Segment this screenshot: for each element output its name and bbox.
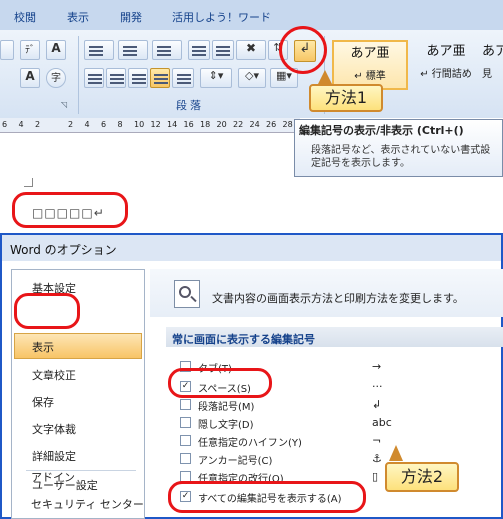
ruler-tick: 2 [68,120,74,129]
option-label[interactable]: 隠し文字(D) [198,416,254,431]
option-symbol-icon: → [372,360,382,373]
ruler-tick: 6 [2,120,8,129]
increase-indent-button[interactable] [212,40,234,60]
option-symbol-icon: ¬ [372,434,382,447]
callout-method2: 方法2 [385,462,459,492]
tab-developer[interactable]: 開発 [120,9,142,25]
sidebar-item-advanced[interactable]: 詳細設定 [32,448,76,464]
shading-button[interactable]: ◇▾ [238,68,266,88]
option-symbol-icon: ⚓ [372,452,382,465]
tab-review[interactable]: 校閲 [14,9,36,25]
option-symbol-icon: ▯ [372,470,379,483]
highlight-circle-button [279,26,327,74]
tooltip: 編集記号の表示/非表示 (Ctrl+() 段落記号など、表示されていない書式設定… [294,119,503,177]
option-checkbox[interactable] [180,453,191,464]
asian-layout-button[interactable]: ✖ [236,40,266,60]
align-center-button[interactable] [106,68,126,88]
align-right-button[interactable] [128,68,148,88]
page-magnifier-icon [174,280,200,308]
ruler-tick: 20 [216,120,227,129]
ribbon: 校閲 表示 開発 活用しよう！ワード ﾃﾞ A A 字 ✖ ⇅ ↲ ⇕▾ ◇▾ … [0,0,503,118]
group-separator [78,36,79,114]
option-symbol-icon: ↲ [372,398,382,411]
style-no-spacing[interactable]: あア亜 ↵ 行間詰め [408,40,484,90]
decrease-indent-button[interactable] [188,40,210,60]
option-checkbox[interactable] [180,399,191,410]
distributed-button[interactable] [172,68,194,88]
ruler-tick: 2 [35,120,41,129]
highlight-circle-show-all-option [168,481,366,513]
callout-method1: 方法1 [309,84,383,112]
style-heading[interactable]: あア見 [482,40,503,90]
sidebar-item-save[interactable]: 保存 [32,394,54,410]
justify-button[interactable] [150,68,170,88]
bullets-button[interactable] [84,40,114,60]
font-button-partial[interactable] [0,40,14,60]
ruler-tick: 8 [117,120,123,129]
numbering-button[interactable] [118,40,148,60]
option-symbol-icon: abc [372,416,392,429]
ruler-tick: 28 [282,120,293,129]
style-normal[interactable]: あア亜 ↵ 標準 [332,40,408,90]
sidebar-item-display[interactable]: 表示 [32,339,54,355]
tooltip-title: 編集記号の表示/非表示 (Ctrl+() [299,124,464,137]
align-left-button[interactable] [84,68,104,88]
sidebar-item-typography[interactable]: 文字体裁 [32,421,76,437]
tab-view[interactable]: 表示 [67,9,89,25]
callout-pointer [389,445,403,461]
enclosed-char-button[interactable]: 字 [46,68,66,88]
font-dialog-launcher-icon[interactable]: ◹ [61,100,67,109]
option-label[interactable]: アンカー記号(C) [198,452,272,467]
ruler-tick: 22 [233,120,244,129]
option-checkbox[interactable] [180,417,191,428]
dialog-title-bar[interactable]: Word のオプション [2,235,501,261]
char-shading-button[interactable]: A [20,68,40,88]
tooltip-body: 段落記号など、表示されていない書式設定記号を表示します。 [311,145,491,169]
callout-pointer [318,70,332,84]
line-spacing-button[interactable]: ⇕▾ [200,68,232,88]
dialog-title: Word のオプション [10,243,117,257]
paragraph-group-label: 段落 [176,99,204,112]
highlight-circle-space-option [168,368,272,398]
ruler-tick: 4 [84,120,90,129]
ruler-ticks: 6 4 2 2 4 6 8 10 12 14 16 18 20 22 24 26 28 [0,118,300,132]
ruler-tick: 10 [134,120,145,129]
section-title: 常に画面に表示する編集記号 [172,333,315,346]
phonetic-guide-button[interactable]: ﾃﾞ [20,40,40,60]
highlight-circle-doc-text [12,192,128,228]
option-label[interactable]: 任意指定のハイフン(Y) [198,434,302,449]
ruler-tick: 12 [150,120,161,129]
option-checkbox[interactable] [180,435,191,446]
ruler-tick: 18 [200,120,211,129]
sidebar-item-proofing[interactable]: 文章校正 [32,367,76,383]
ruler-tick: 16 [183,120,194,129]
multilevel-list-button[interactable] [152,40,182,60]
ruler-tick: 14 [167,120,178,129]
ruler-tick: 4 [18,120,24,129]
panel-description: 文書内容の画面表示方法と印刷方法を変更します。 [212,292,464,305]
sidebar-item-addins[interactable]: アドイン [31,469,75,485]
ruler-tick: 6 [101,120,107,129]
highlight-circle-sidebar [14,293,80,329]
sidebar-item-trust-center[interactable]: セキュリティ センター [31,496,144,512]
margin-corner-mark [24,178,33,187]
tab-addin[interactable]: 活用しよう！ワード [172,9,271,25]
ruler-tick: 24 [249,120,260,129]
ribbon-tab-bar: 校閲 表示 開発 活用しよう！ワード [0,0,503,31]
char-border-button[interactable]: A [46,40,66,60]
option-label[interactable]: 段落記号(M) [198,398,254,413]
ruler-tick: 26 [266,120,277,129]
option-symbol-icon: ··· [372,380,383,393]
